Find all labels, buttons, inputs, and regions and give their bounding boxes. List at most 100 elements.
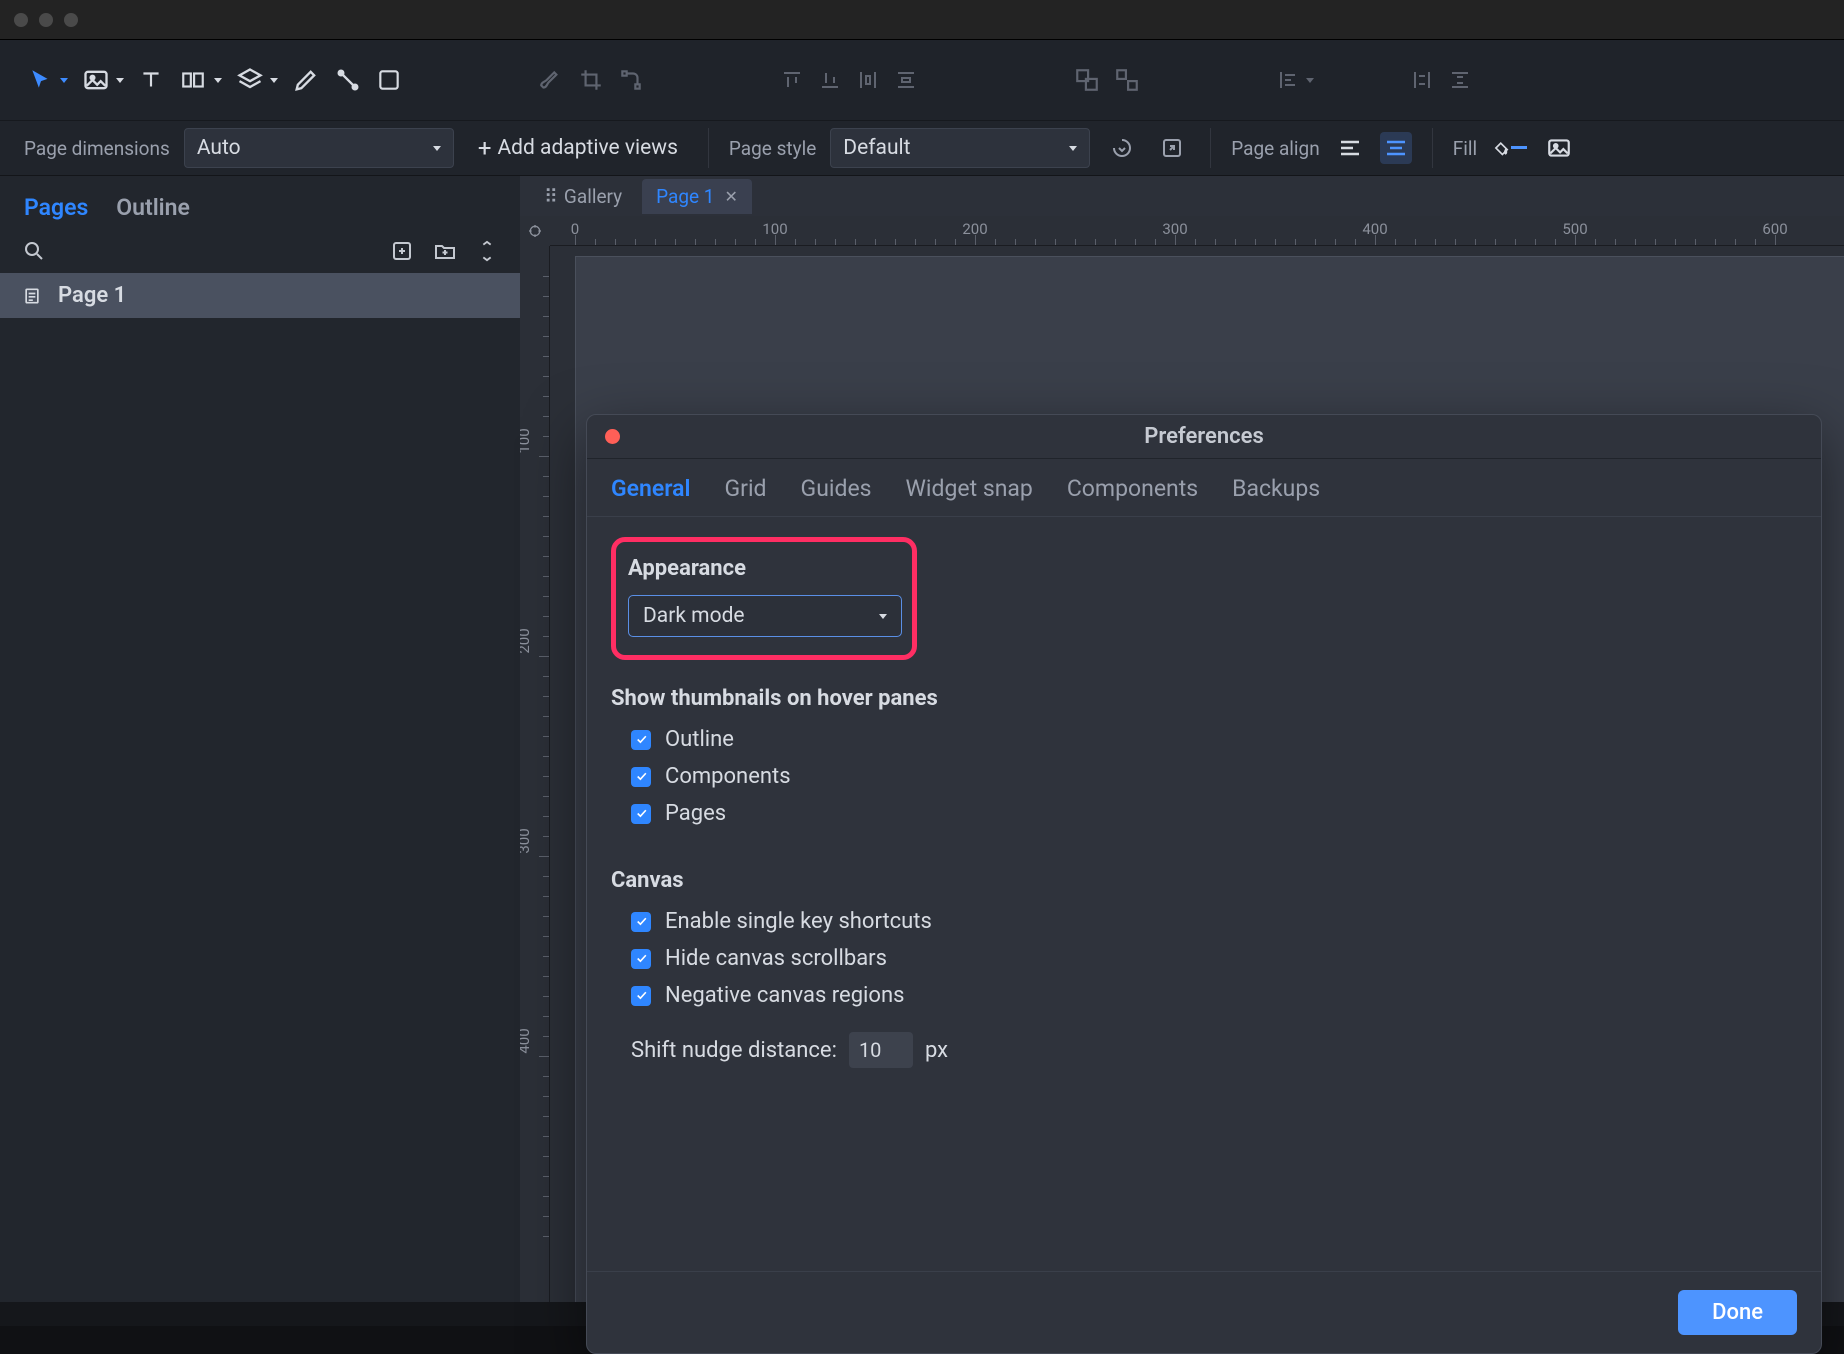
close-icon[interactable]: ✕ [724,187,737,206]
sort-icon[interactable] [476,239,498,263]
align-top-icon [780,68,804,92]
main-toolbar [0,40,1844,120]
distribute-v-icon [894,68,918,92]
window-titlebar [0,0,1844,40]
canvas-label: Canvas [611,868,1797,893]
page-dimensions-select[interactable]: Auto [184,128,454,168]
distribute-h-icon [856,68,880,92]
ruler-vertical[interactable]: 100 200 300 400 [520,246,550,1326]
preferences-dialog: Preferences General Grid Guides Widget s… [586,414,1822,1354]
preferences-tabs: General Grid Guides Widget snap Componen… [587,459,1821,517]
brush-tool-icon [538,67,564,93]
layers-tool[interactable] [236,66,278,94]
page-style-select[interactable]: Default [830,128,1090,168]
align-left-group-icon [1276,68,1314,92]
traffic-close-icon[interactable] [14,13,28,27]
image-tool[interactable] [82,66,124,94]
layout-tool[interactable] [178,67,222,93]
page-settings-bar: Page dimensions Auto + Add adaptive view… [0,120,1844,176]
checkbox-checked-icon [631,912,651,932]
page-expand-icon[interactable] [1154,130,1190,166]
tab-pages[interactable]: Pages [24,194,88,221]
align-bottom-icon [818,68,842,92]
nudge-unit: px [925,1038,948,1063]
add-folder-icon[interactable] [432,239,458,263]
dialog-close-icon[interactable] [605,429,620,444]
fill-bucket-icon[interactable] [1491,130,1527,166]
chevron-down-icon [879,614,887,619]
chevron-down-icon[interactable] [270,78,278,83]
ruler-tick-label: 100 [520,426,533,456]
align-center-button[interactable] [1380,132,1412,164]
page-align-label: Page align [1231,137,1319,160]
traffic-minimize-icon[interactable] [39,13,53,27]
prefs-tab-widget-snap[interactable]: Widget snap [906,475,1033,502]
nudge-label: Shift nudge distance: [631,1038,837,1063]
page-enter-icon[interactable] [1104,130,1140,166]
appearance-select[interactable]: Dark mode [628,595,902,637]
dialog-title: Preferences [1144,424,1264,449]
checkbox-outline[interactable]: Outline [611,721,1797,758]
thumbnails-label: Show thumbnails on hover panes [611,686,1797,711]
frame-tool[interactable] [376,67,402,93]
chevron-down-icon [1069,146,1077,151]
ruler-tick-label: 200 [520,626,533,656]
chevron-down-icon[interactable] [214,78,222,83]
traffic-lights [14,13,78,27]
checkbox-checked-icon [631,730,651,750]
ungroup-icon [1114,67,1140,93]
tab-outline[interactable]: Outline [116,194,190,221]
add-adaptive-views-button[interactable]: + Add adaptive views [468,130,688,166]
fill-label: Fill [1453,137,1477,160]
tab-page1[interactable]: Page 1 ✕ [642,179,752,214]
search-icon[interactable] [22,239,46,263]
text-tool[interactable] [138,67,164,93]
page-dimensions-value: Auto [197,136,241,160]
add-page-icon[interactable] [390,239,414,263]
checkbox-checked-icon [631,767,651,787]
prefs-tab-components[interactable]: Components [1067,475,1198,502]
connector-tool[interactable] [334,66,362,94]
appearance-section-highlight: Appearance Dark mode [611,537,917,660]
group-icon [1074,67,1100,93]
chevron-down-icon[interactable] [116,78,124,83]
checkbox-components[interactable]: Components [611,758,1797,795]
page-row-page1[interactable]: Page 1 [0,273,520,318]
more-align-icon [1410,68,1434,92]
traffic-zoom-icon[interactable] [64,13,78,27]
checkbox-checked-icon [631,804,651,824]
more-dist-icon [1448,68,1472,92]
ruler-tick-label: 400 [520,1026,533,1056]
done-button[interactable]: Done [1678,1290,1797,1335]
chevron-down-icon[interactable] [60,78,68,83]
ruler-tick-label: 300 [520,826,533,856]
prefs-tab-guides[interactable]: Guides [801,475,872,502]
appearance-label: Appearance [628,556,900,581]
ruler-origin-icon[interactable] [520,216,550,246]
document-tabs: ⠿ Gallery Page 1 ✕ [520,176,1844,216]
grid-icon: ⠿ [544,185,560,208]
checkbox-checked-icon [631,986,651,1006]
checkbox-hide-scrollbars[interactable]: Hide canvas scrollbars [611,940,1797,977]
vector-tool-icon [618,67,644,93]
tab-gallery[interactable]: ⠿ Gallery [530,179,636,214]
align-left-button[interactable] [1334,132,1366,164]
page-style-value: Default [843,136,910,160]
ruler-horizontal[interactable]: 0100200300400500600 [550,216,1844,246]
prefs-tab-backups[interactable]: Backups [1232,475,1320,502]
fill-image-icon[interactable] [1541,130,1577,166]
select-tool[interactable] [28,67,68,93]
nudge-input[interactable] [849,1032,913,1068]
checkbox-checked-icon [631,949,651,969]
prefs-tab-general[interactable]: General [611,475,691,502]
page-style-label: Page style [729,137,816,160]
checkbox-pages[interactable]: Pages [611,795,1797,832]
checkbox-negative-regions[interactable]: Negative canvas regions [611,977,1797,1014]
chevron-down-icon [433,146,441,151]
pen-tool[interactable] [292,66,320,94]
page-dimensions-label: Page dimensions [24,137,170,160]
page-icon [22,286,42,306]
left-panel: Pages Outline [0,176,520,1326]
checkbox-single-key[interactable]: Enable single key shortcuts [611,903,1797,940]
prefs-tab-grid[interactable]: Grid [725,475,767,502]
